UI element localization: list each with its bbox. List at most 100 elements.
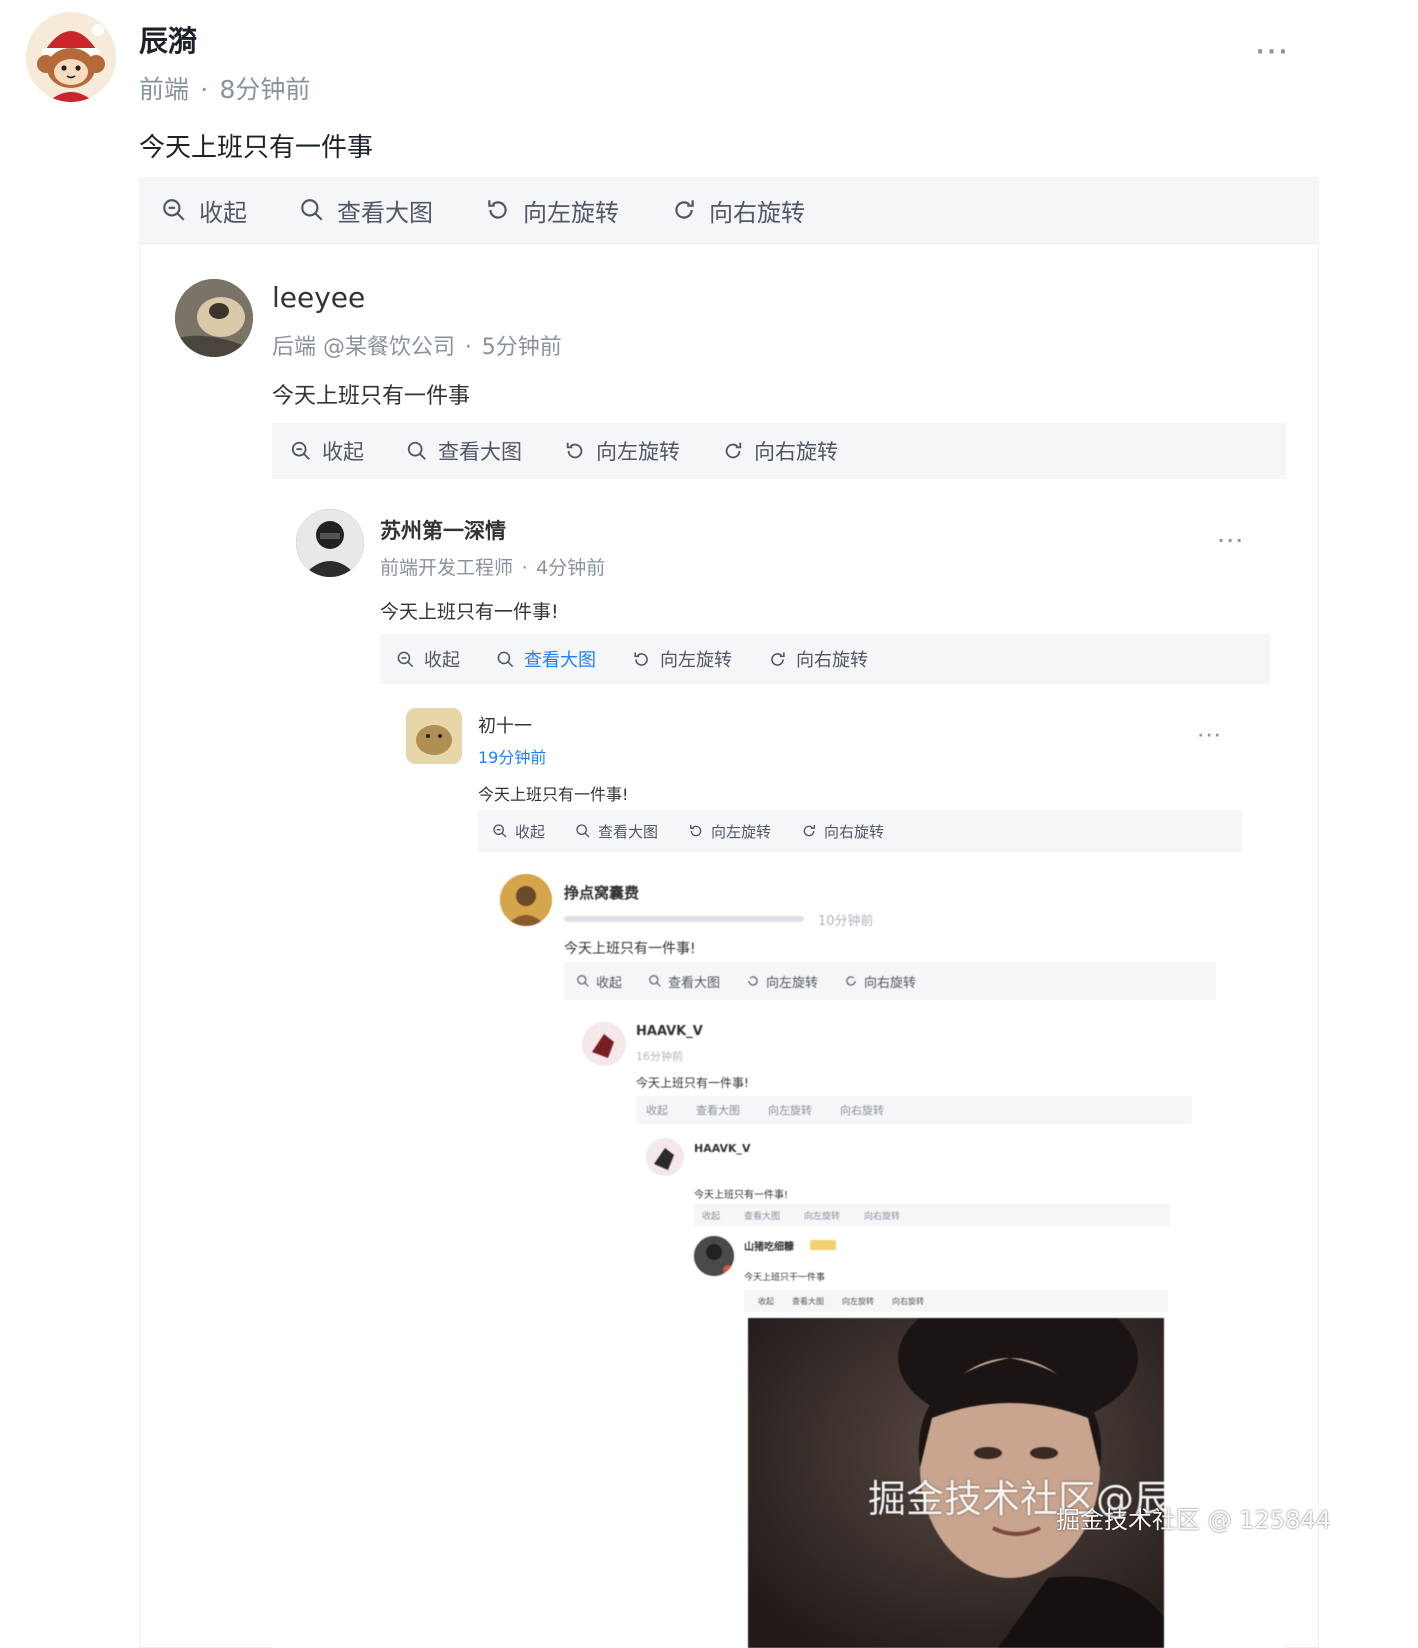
nested-time: 5分钟前 xyxy=(481,335,562,360)
nested-toolbar: 收起 查看大图 向左旋转 向右旋转 xyxy=(744,1290,1168,1312)
rotate-right-icon xyxy=(803,825,816,837)
rotate-right-icon xyxy=(675,200,694,219)
nested-tb-label: 查看大图 xyxy=(668,975,721,991)
nested-content: 今天上班只有一件事! xyxy=(380,601,559,623)
post-image[interactable]: leeyee 后端 @某餐饮公司 · 5分钟前 今天上班只有一件事 收起 查看大图 … xyxy=(139,243,1319,1648)
meta-dot: · xyxy=(464,335,472,360)
nested-tb-item: 查看大图 xyxy=(575,821,658,842)
nested-avatar xyxy=(175,279,253,357)
nested-tb-item: 收起 xyxy=(576,972,622,991)
nested-avatar xyxy=(500,874,552,926)
nested-author: 初十一 xyxy=(478,716,532,737)
nested-tb-label: 向左旋转 xyxy=(660,650,732,671)
nested-tb-label: 向右旋转 xyxy=(864,1211,901,1222)
search-icon xyxy=(497,651,514,667)
image-toolbar: 收起 查看大图 向左旋转 向右旋转 xyxy=(139,177,1319,243)
rotate-right-icon xyxy=(725,442,742,459)
nested-tb-label: 收起 xyxy=(646,1104,668,1117)
meta-dot: · xyxy=(521,557,528,579)
rotate-right-icon xyxy=(771,651,785,666)
search-icon xyxy=(649,975,661,987)
nested-meta: 后端 @某餐饮公司 · 5分钟前 xyxy=(272,329,562,361)
nested-tb-label: 查看大图 xyxy=(744,1211,781,1222)
more-options-icon[interactable]: ··· xyxy=(1256,40,1290,65)
nested-tb-label: 向左旋转 xyxy=(766,975,819,991)
nested-content: 今天上班只有一件事! xyxy=(636,1076,749,1090)
nested-avatar xyxy=(582,1022,626,1066)
nested-avatar xyxy=(694,1236,734,1276)
more-options-icon: ··· xyxy=(1198,728,1223,744)
rotate-left-label: 向左旋转 xyxy=(523,198,619,227)
nested-avatar xyxy=(296,509,364,577)
nested-tb-label: 向左旋转 xyxy=(711,822,772,841)
nested-tb-label: 向右旋转 xyxy=(840,1104,884,1117)
nested-toolbar: 收起 查看大图 向左旋转 向右旋转 xyxy=(272,423,1286,479)
nested-toolbar: 收起 查看大图 向左旋转 向右旋转 xyxy=(636,1096,1192,1124)
view-large-label: 查看大图 xyxy=(337,198,433,227)
nested-toolbar: 收起 查看大图 向左旋转 向右旋转 xyxy=(380,634,1270,684)
rotate-right-button[interactable]: 向右旋转 xyxy=(671,193,805,228)
rotate-left-button[interactable]: 向左旋转 xyxy=(485,193,619,228)
nested-author: leeyee xyxy=(272,281,366,314)
nested-tb-label: 向右旋转 xyxy=(864,975,917,991)
zoom-out-icon xyxy=(577,975,589,987)
author-meta: 前端 · 8分钟前 xyxy=(139,70,310,106)
nested-tb-label: 查看大图 xyxy=(696,1104,740,1117)
nested-content: 今天上班只有一件事! xyxy=(694,1190,789,1201)
more-options-icon: ··· xyxy=(1218,531,1246,550)
nested-title: 后端 @某餐饮公司 xyxy=(272,335,455,360)
nested-meta-blurred xyxy=(564,916,804,922)
nested-tb-item: 收起 xyxy=(396,646,460,672)
search-icon xyxy=(301,199,323,221)
author-avatar[interactable] xyxy=(26,12,116,102)
nested-tb-label: 收起 xyxy=(596,975,623,991)
nested-tb-label: 查看大图 xyxy=(598,822,659,841)
nested-avatar xyxy=(406,708,462,764)
nested-title: 前端开发工程师 xyxy=(380,557,514,579)
vip-badge xyxy=(810,1240,836,1250)
rotate-left-icon xyxy=(690,825,702,837)
nested-content: 今天上班只有一件事! xyxy=(564,941,696,957)
nested-author: HAAVK_V xyxy=(694,1142,751,1155)
nested-tb-label: 向右旋转 xyxy=(796,650,868,671)
nested-card: HAAVK_V 今天上班只有一件事! 收起 查看大图 向左旋转 向右旋转 山猪吃… xyxy=(636,1124,1192,1648)
nested-tb-label: 收起 xyxy=(702,1211,721,1222)
nested-tb-item: 向右旋转 xyxy=(801,821,884,842)
nested-tb-label: 查看大图 xyxy=(792,1296,824,1306)
nested-tb-item: 向左旋转 xyxy=(564,436,680,466)
view-large-button[interactable]: 查看大图 xyxy=(299,193,433,228)
nested-tb-label: 向左旋转 xyxy=(768,1104,812,1117)
nested-tb-item: 向右旋转 xyxy=(768,646,868,672)
nested-tb-item: 向右旋转 xyxy=(844,972,916,991)
nested-tb-item: 收起 xyxy=(492,821,545,842)
rotate-right-icon xyxy=(846,976,856,986)
nested-avatar xyxy=(646,1138,684,1176)
collapse-label: 收起 xyxy=(199,198,247,227)
nested-author: 山猪吃细糠 xyxy=(744,1242,794,1253)
meta-dot: · xyxy=(200,75,209,104)
nested-tb-label: 向右旋转 xyxy=(754,440,838,464)
rotate-left-icon xyxy=(748,976,758,986)
nested-toolbar: 收起 查看大图 向左旋转 向右旋转 xyxy=(694,1204,1170,1226)
nested-toolbar: 收起 查看大图 向左旋转 向右旋转 xyxy=(564,962,1216,1000)
nested-tb-item: 查看大图 xyxy=(648,972,720,991)
nested-tb-label: 收起 xyxy=(515,822,546,841)
author-name[interactable]: 辰漪 xyxy=(139,18,197,60)
nested-tb-label: 向左旋转 xyxy=(842,1296,874,1306)
post-content: 今天上班只有一件事 xyxy=(139,133,374,163)
nested-tb-label: 向右旋转 xyxy=(824,822,885,841)
collapse-button[interactable]: 收起 xyxy=(161,193,247,228)
nested-tb-label: 查看大图 xyxy=(524,650,596,671)
nested-tb-item: 向左旋转 xyxy=(746,972,818,991)
nested-time: 16分钟前 xyxy=(636,1050,683,1063)
nested-tb-label: 收起 xyxy=(758,1296,774,1306)
nested-author: 挣点窝囊费 xyxy=(564,884,640,902)
zoom-out-icon xyxy=(493,824,507,838)
nested-tb-item: 向右旋转 xyxy=(722,436,838,466)
nested-tb-label: 查看大图 xyxy=(438,440,522,464)
nested-card: 山猪吃细糠 今天上班只干一件事 收起 查看大图 向左旋转 向右旋转 掘金技术社区… xyxy=(694,1226,1170,1648)
zoom-out-icon xyxy=(291,441,310,460)
nested-toolbar: 收起 查看大图 向左旋转 向右旋转 xyxy=(478,810,1242,852)
author-title: 前端 xyxy=(139,75,190,104)
rotate-right-label: 向右旋转 xyxy=(709,198,805,227)
